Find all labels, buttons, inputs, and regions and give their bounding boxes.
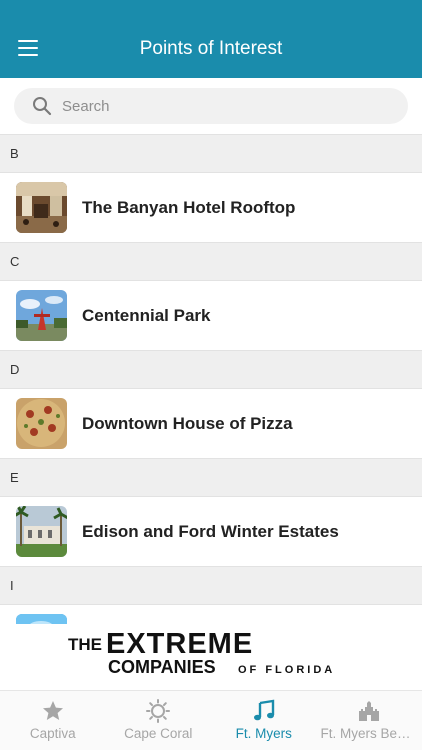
tab-cape-coral[interactable]: Cape Coral [106, 691, 212, 750]
castle-icon [359, 701, 380, 721]
list-item[interactable]: The Banyan Hotel Rooftop [0, 173, 422, 242]
list-item[interactable]: Edison and Ford Winter Estates [0, 497, 422, 566]
tab-label: Ft. Myers [235, 726, 292, 741]
section-header-b: B [0, 134, 422, 173]
svg-text:THE: THE [68, 635, 102, 654]
bottom-tab-bar: Captiva Cape Coral Ft. Myers Ft. Myers B… [0, 690, 422, 750]
section-header-i: I [0, 566, 422, 605]
sun-icon [146, 699, 171, 723]
search-area [0, 78, 422, 134]
svg-text:EXTREME: EXTREME [106, 628, 253, 660]
list-item-label: Downtown House of Pizza [82, 414, 293, 433]
thumbnail-image [16, 398, 67, 449]
list-item[interactable]: Centennial Park [0, 281, 422, 350]
section-header-c: C [0, 242, 422, 281]
tab-label: Cape Coral [124, 726, 193, 741]
search-input[interactable] [62, 94, 392, 118]
svg-text:COMPANIES: COMPANIES [108, 657, 216, 677]
list-item[interactable] [0, 605, 422, 624]
ad-banner[interactable]: THE EXTREME COMPANIES OF FLORIDA [0, 624, 422, 690]
list-item-label: Edison and Ford Winter Estates [82, 522, 339, 541]
page-title: Points of Interest [139, 38, 283, 59]
tab-ft-myers-beach[interactable]: Ft. Myers Beach [317, 691, 422, 750]
list-item-label: Centennial Park [82, 306, 211, 325]
tab-label: Captiva [29, 726, 76, 741]
section-header-d: D [0, 350, 422, 389]
search-bar[interactable] [14, 88, 408, 124]
poi-list[interactable]: B The Banyan Hotel Rooftop C Centennial … [0, 134, 422, 624]
section-header-e: E [0, 458, 422, 497]
list-item-label: The Banyan Hotel Rooftop [82, 198, 296, 217]
thumbnail-image [16, 182, 67, 233]
svg-text:OF FLORIDA: OF FLORIDA [238, 664, 335, 676]
search-icon [33, 97, 52, 116]
app-header: Points of Interest [0, 0, 422, 78]
tab-captiva[interactable]: Captiva [0, 691, 106, 750]
tab-ft-myers[interactable]: Ft. Myers [211, 691, 317, 750]
star-icon [42, 701, 63, 720]
list-item[interactable]: Downtown House of Pizza [0, 389, 422, 458]
tab-label: Ft. Myers Beach [320, 726, 419, 741]
extreme-companies-logo: THE EXTREME COMPANIES OF FLORIDA [68, 628, 335, 677]
thumbnail-image [16, 290, 67, 341]
thumbnail-image [16, 506, 67, 557]
music-note-icon [253, 699, 274, 721]
thumbnail-image [16, 614, 67, 624]
